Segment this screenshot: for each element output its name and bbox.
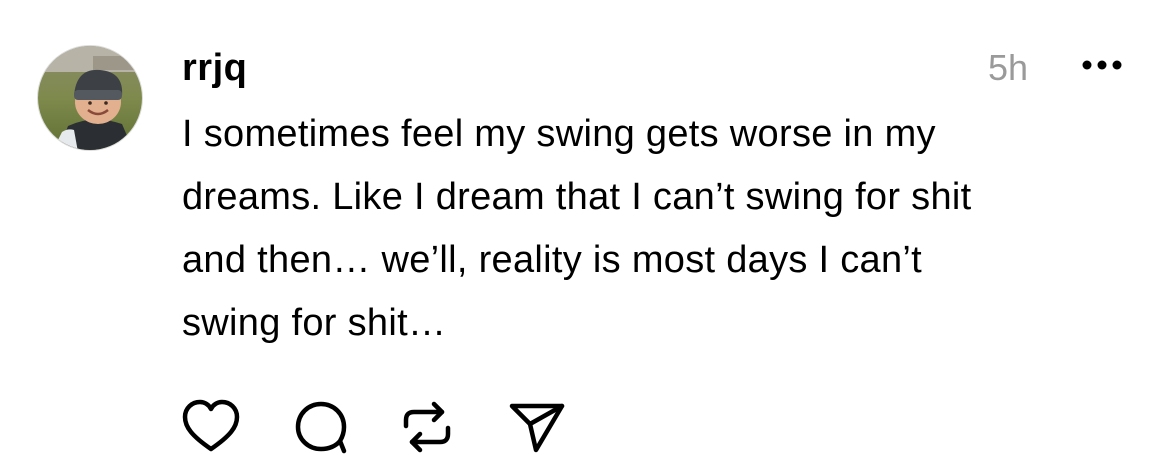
post-body-line: dreams. Like I dream that I can’t swing … [182,176,972,218]
repost-button[interactable] [396,396,458,458]
like-button[interactable] [180,396,242,458]
avatar[interactable] [37,45,143,151]
more-dots-icon [1082,60,1122,70]
username[interactable]: rrjq [182,46,247,90]
share-button[interactable] [506,396,568,458]
send-paper-plane-icon [509,403,565,453]
more-options-button[interactable] [1080,58,1124,72]
thread-post: rrjq 5h I sometimes feel my swing gets w… [0,0,1169,468]
post-body-line: and then… we’ll, reality is most days I … [182,239,923,281]
comment-bubble-icon [295,401,347,454]
heart-icon [182,399,240,452]
post-timestamp: 5h [988,47,1029,88]
reply-button[interactable] [290,396,352,458]
avatar-photo [38,46,142,150]
post-body: I sometimes feel my swing gets worse in … [182,103,1142,355]
post-body-line: I sometimes feel my swing gets worse in … [182,113,936,155]
post-body-line: swing for shit… [182,302,447,344]
repost-icon [403,401,451,453]
